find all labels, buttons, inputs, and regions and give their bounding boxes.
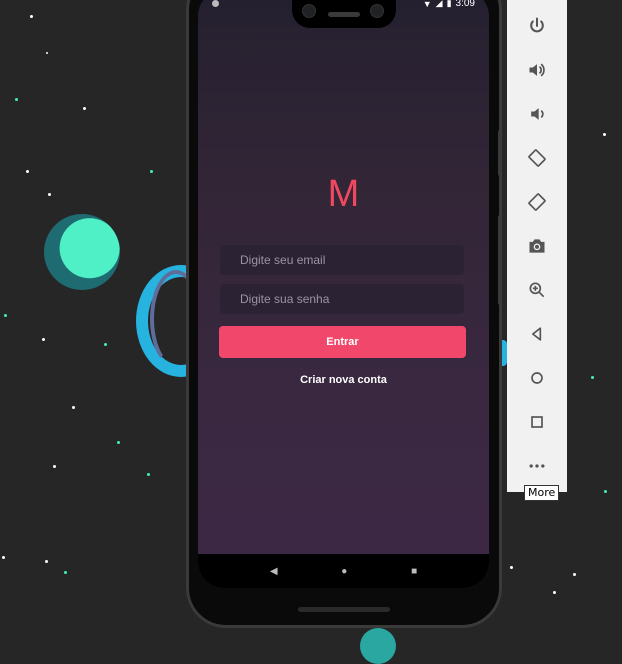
- star: [83, 107, 86, 110]
- rotate-left-icon: [528, 149, 546, 167]
- home-icon: [531, 372, 543, 384]
- star: [72, 406, 75, 409]
- power-icon: [530, 17, 544, 33]
- star: [30, 15, 33, 18]
- star: [603, 133, 606, 136]
- zoom-button[interactable]: [522, 275, 552, 305]
- star: [147, 473, 150, 476]
- phone-speaker: [298, 607, 390, 612]
- device-screen: ▼ ◢ ▮ 3:09 M Entrar Criar nova conta ◀ ●…: [198, 0, 489, 588]
- star: [45, 560, 48, 563]
- password-input[interactable]: [220, 284, 464, 314]
- more-tooltip: More: [524, 485, 560, 501]
- star: [104, 343, 107, 346]
- rotate-right-button[interactable]: [522, 187, 552, 217]
- zoom-icon: [529, 282, 545, 298]
- rotate-left-button[interactable]: [522, 143, 552, 173]
- signal-icon: ◢: [435, 0, 443, 8]
- star: [510, 566, 513, 569]
- volume-up-icon: [529, 63, 545, 77]
- volume-down-icon: [531, 108, 544, 120]
- status-notification-icon: [212, 0, 219, 7]
- login-button[interactable]: Entrar: [219, 326, 466, 358]
- camera-notch: [292, 0, 396, 28]
- home-button[interactable]: [522, 363, 552, 393]
- star: [48, 193, 51, 196]
- star: [150, 170, 153, 173]
- more-button[interactable]: [522, 451, 552, 481]
- star: [15, 98, 18, 101]
- planet-decoration: [44, 214, 120, 290]
- app-logo: M: [327, 173, 360, 215]
- volume-down-button[interactable]: [522, 99, 552, 129]
- wifi-icon: ▼: [422, 0, 432, 9]
- front-camera-icon: [370, 4, 384, 18]
- star: [64, 571, 67, 574]
- status-time: 3:09: [455, 0, 475, 9]
- power-button[interactable]: [522, 11, 552, 41]
- overview-icon: [531, 416, 543, 428]
- screenshot-button[interactable]: [522, 231, 552, 261]
- back-button[interactable]: [522, 319, 552, 349]
- back-triangle-icon[interactable]: ◀: [270, 566, 278, 577]
- phone-side-button: [498, 215, 502, 305]
- star: [4, 314, 7, 317]
- recents-square-icon[interactable]: ■: [411, 566, 417, 577]
- phone-side-button: [498, 130, 502, 176]
- earpiece-icon: [328, 12, 360, 17]
- overview-button[interactable]: [522, 407, 552, 437]
- rotate-right-icon: [528, 193, 546, 211]
- star: [553, 591, 556, 594]
- star: [46, 52, 48, 54]
- battery-icon: ▮: [446, 0, 452, 8]
- more-icon: [529, 464, 545, 468]
- star: [2, 556, 5, 559]
- camera-icon: [529, 239, 545, 253]
- star: [604, 490, 607, 493]
- front-camera-icon: [302, 4, 316, 18]
- planet-bottom-decoration: [360, 628, 396, 664]
- star: [591, 376, 594, 379]
- home-circle-icon[interactable]: ●: [341, 566, 347, 577]
- android-nav-bar: ◀ ● ■: [198, 554, 489, 588]
- back-icon: [532, 327, 542, 341]
- volume-up-button[interactable]: [522, 55, 552, 85]
- star: [573, 573, 576, 576]
- star: [117, 441, 120, 444]
- status-bar: ▼ ◢ ▮ 3:09: [423, 0, 475, 9]
- star: [42, 338, 45, 341]
- star: [53, 465, 56, 468]
- emulator-control-panel: [507, 0, 567, 492]
- create-account-link[interactable]: Criar nova conta: [198, 374, 489, 386]
- email-input[interactable]: [220, 245, 464, 275]
- star: [26, 170, 29, 173]
